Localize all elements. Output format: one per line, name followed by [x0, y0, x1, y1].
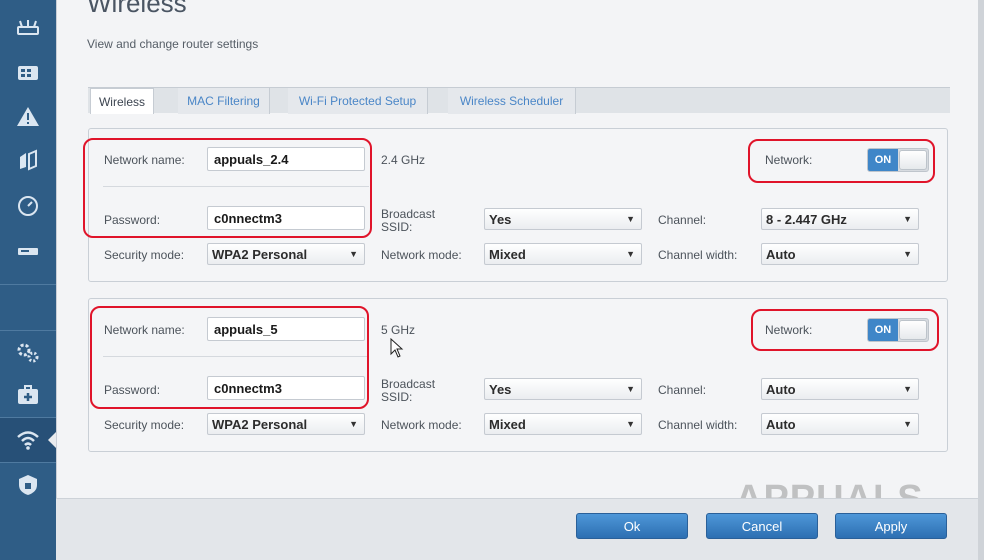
channel-label: Channel: — [658, 213, 707, 227]
footer-bar: Ok Cancel Apply — [56, 498, 978, 560]
band-label-5: 5 GHz — [381, 323, 416, 337]
channel-width-select-5[interactable]: Auto ▼ — [761, 413, 919, 435]
chevron-down-icon: ▼ — [903, 214, 912, 224]
broadcast-ssid-label: Broadcast SSID: — [381, 207, 436, 234]
broadcast-ssid-select-5[interactable]: Yes ▼ — [484, 378, 642, 400]
security-mode-value: WPA2 Personal — [212, 416, 308, 432]
sidebar-item-settings[interactable] — [0, 331, 56, 375]
sidebar-item-troubleshooting[interactable] — [0, 373, 56, 417]
troubleshooting-icon — [18, 385, 38, 404]
router-icon — [17, 20, 39, 35]
channel-value: Auto — [766, 381, 796, 397]
wireless-icon — [17, 431, 39, 450]
channel-width-select-24[interactable]: Auto ▼ — [761, 243, 919, 265]
settings-gears-icon — [17, 343, 39, 363]
tab-wireless-scheduler[interactable]: Wireless Scheduler — [448, 88, 576, 114]
apply-button[interactable]: Apply — [835, 513, 947, 539]
highlight-5-credentials — [90, 306, 369, 409]
highlight-24-network-toggle — [748, 139, 935, 183]
chevron-down-icon: ▼ — [626, 214, 635, 224]
chevron-down-icon: ▼ — [349, 249, 358, 259]
channel-width-label: Channel width: — [658, 248, 738, 262]
chevron-down-icon: ▼ — [626, 384, 635, 394]
sidebar-item-alerts[interactable] — [0, 95, 56, 139]
channel-select-5[interactable]: Auto ▼ — [761, 378, 919, 400]
sidebar-divider — [0, 284, 56, 285]
band-label-24: 2.4 GHz — [381, 153, 426, 167]
tab-mac-filtering[interactable]: MAC Filtering — [178, 88, 270, 114]
speed-test-icon — [18, 196, 38, 216]
broadcast-ssid-value: Yes — [489, 211, 512, 227]
broadcast-ssid-value: Yes — [489, 381, 512, 397]
device-list-icon — [18, 66, 38, 80]
warning-icon — [17, 107, 39, 126]
network-mode-label: Network mode: — [381, 418, 462, 432]
broadcast-ssid-label: Broadcast SSID: — [381, 377, 436, 404]
sidebar-item-devices[interactable] — [0, 50, 56, 94]
security-mode-label: Security mode: — [104, 248, 185, 262]
external-storage-icon — [18, 248, 38, 255]
channel-label: Channel: — [658, 383, 707, 397]
tab-wireless[interactable]: Wireless — [90, 88, 154, 114]
chevron-down-icon: ▼ — [626, 419, 635, 429]
network-mode-select-5[interactable]: Mixed ▼ — [484, 413, 642, 435]
tab-wifi-protected-setup[interactable]: Wi-Fi Protected Setup — [288, 88, 428, 114]
channel-width-label: Channel width: — [658, 418, 738, 432]
sidebar-item-router[interactable] — [0, 6, 56, 50]
channel-select-24[interactable]: 8 - 2.447 GHz ▼ — [761, 208, 919, 230]
chevron-down-icon: ▼ — [626, 249, 635, 259]
chevron-down-icon: ▼ — [903, 419, 912, 429]
sidebar-item-wireless[interactable] — [0, 418, 57, 462]
security-shield-icon — [19, 475, 37, 495]
ok-button[interactable]: Ok — [576, 513, 688, 539]
sidebar — [0, 0, 57, 560]
highlight-24-credentials — [83, 138, 372, 238]
main-panel: Wireless View and change router settings… — [56, 0, 984, 560]
right-edge — [978, 0, 984, 560]
network-mode-select-24[interactable]: Mixed ▼ — [484, 243, 642, 265]
security-mode-select-24[interactable]: WPA2 Personal ▼ — [207, 243, 365, 265]
security-mode-label: Security mode: — [104, 418, 185, 432]
channel-width-value: Auto — [766, 246, 796, 262]
channel-width-value: Auto — [766, 416, 796, 432]
security-mode-select-5[interactable]: WPA2 Personal ▼ — [207, 413, 365, 435]
channel-value: 8 - 2.447 GHz — [766, 211, 847, 227]
chevron-down-icon: ▼ — [903, 384, 912, 394]
chevron-down-icon: ▼ — [349, 419, 358, 429]
sidebar-item-security[interactable] — [0, 463, 56, 507]
highlight-5-network-toggle — [751, 309, 939, 351]
cancel-button[interactable]: Cancel — [706, 513, 818, 539]
chevron-down-icon: ▼ — [903, 249, 912, 259]
page-subtitle: View and change router settings — [87, 37, 259, 51]
sidebar-item-storage[interactable] — [0, 229, 56, 273]
tab-bar: Wireless MAC Filtering Wi-Fi Protected S… — [88, 87, 950, 114]
network-mode-value: Mixed — [489, 246, 526, 262]
network-mode-value: Mixed — [489, 416, 526, 432]
network-mode-label: Network mode: — [381, 248, 462, 262]
sidebar-item-speed[interactable] — [0, 184, 56, 228]
broadcast-ssid-select-24[interactable]: Yes ▼ — [484, 208, 642, 230]
page-title: Wireless — [87, 0, 187, 18]
sidebar-item-connectivity[interactable] — [0, 139, 56, 183]
security-mode-value: WPA2 Personal — [212, 246, 308, 262]
mouse-cursor-icon — [390, 338, 404, 358]
connectivity-icon — [20, 149, 37, 171]
